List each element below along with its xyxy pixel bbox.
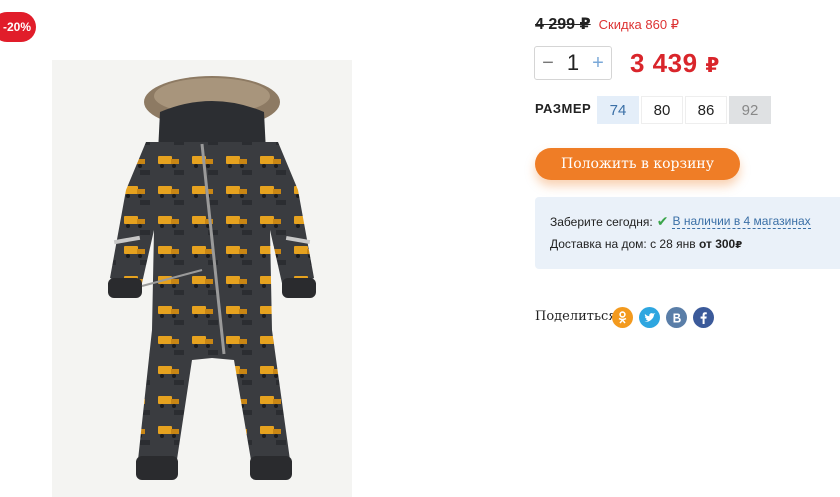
size-option-74[interactable]: 74 xyxy=(597,96,639,124)
share-label: Поделиться xyxy=(535,309,617,324)
odnoklassniki-icon[interactable] xyxy=(612,307,633,328)
current-price: 3 439 ₽ xyxy=(630,48,720,78)
vk-icon[interactable] xyxy=(666,307,687,328)
pickup-label: Заберите сегодня: xyxy=(550,214,653,229)
size-label: РАЗМЕР xyxy=(535,101,592,116)
size-option-86[interactable]: 86 xyxy=(685,96,727,124)
old-price: 4 299 ₽ xyxy=(535,16,591,33)
check-icon: ✔ xyxy=(656,213,669,229)
delivery-info-box: Заберите сегодня: ✔ В наличии в 4 магази… xyxy=(535,197,840,269)
decrease-quantity-button[interactable]: − xyxy=(541,53,555,73)
size-option-80[interactable]: 80 xyxy=(641,96,683,124)
facebook-icon[interactable] xyxy=(693,307,714,328)
share-icons xyxy=(612,307,714,328)
home-delivery-price: от 300₽ xyxy=(698,237,743,251)
home-delivery-label: Доставка на дом: с 28 янв xyxy=(550,237,696,251)
quantity-stepper: − 1 + xyxy=(534,46,612,80)
add-to-cart-button[interactable]: Положить в корзину xyxy=(535,148,740,180)
quantity-value[interactable]: 1 xyxy=(567,50,579,76)
increase-quantity-button[interactable]: + xyxy=(591,53,605,73)
twitter-icon[interactable] xyxy=(639,307,660,328)
discount-badge: -20% xyxy=(0,12,36,42)
discount-amount: Скидка 860 ₽ xyxy=(598,17,679,32)
size-selector: 74 80 86 92 xyxy=(597,96,771,124)
pickup-row: Заберите сегодня: ✔ В наличии в 4 магази… xyxy=(550,213,811,230)
old-price-row: 4 299 ₽ Скидка 860 ₽ xyxy=(535,14,679,34)
product-image[interactable] xyxy=(52,60,352,497)
home-delivery-row: Доставка на дом: с 28 янв от 300₽ xyxy=(550,237,742,251)
stores-availability-link[interactable]: В наличии в 4 магазинах xyxy=(672,214,811,229)
snowsuit-illustration xyxy=(108,76,316,480)
size-option-92[interactable]: 92 xyxy=(729,96,771,124)
